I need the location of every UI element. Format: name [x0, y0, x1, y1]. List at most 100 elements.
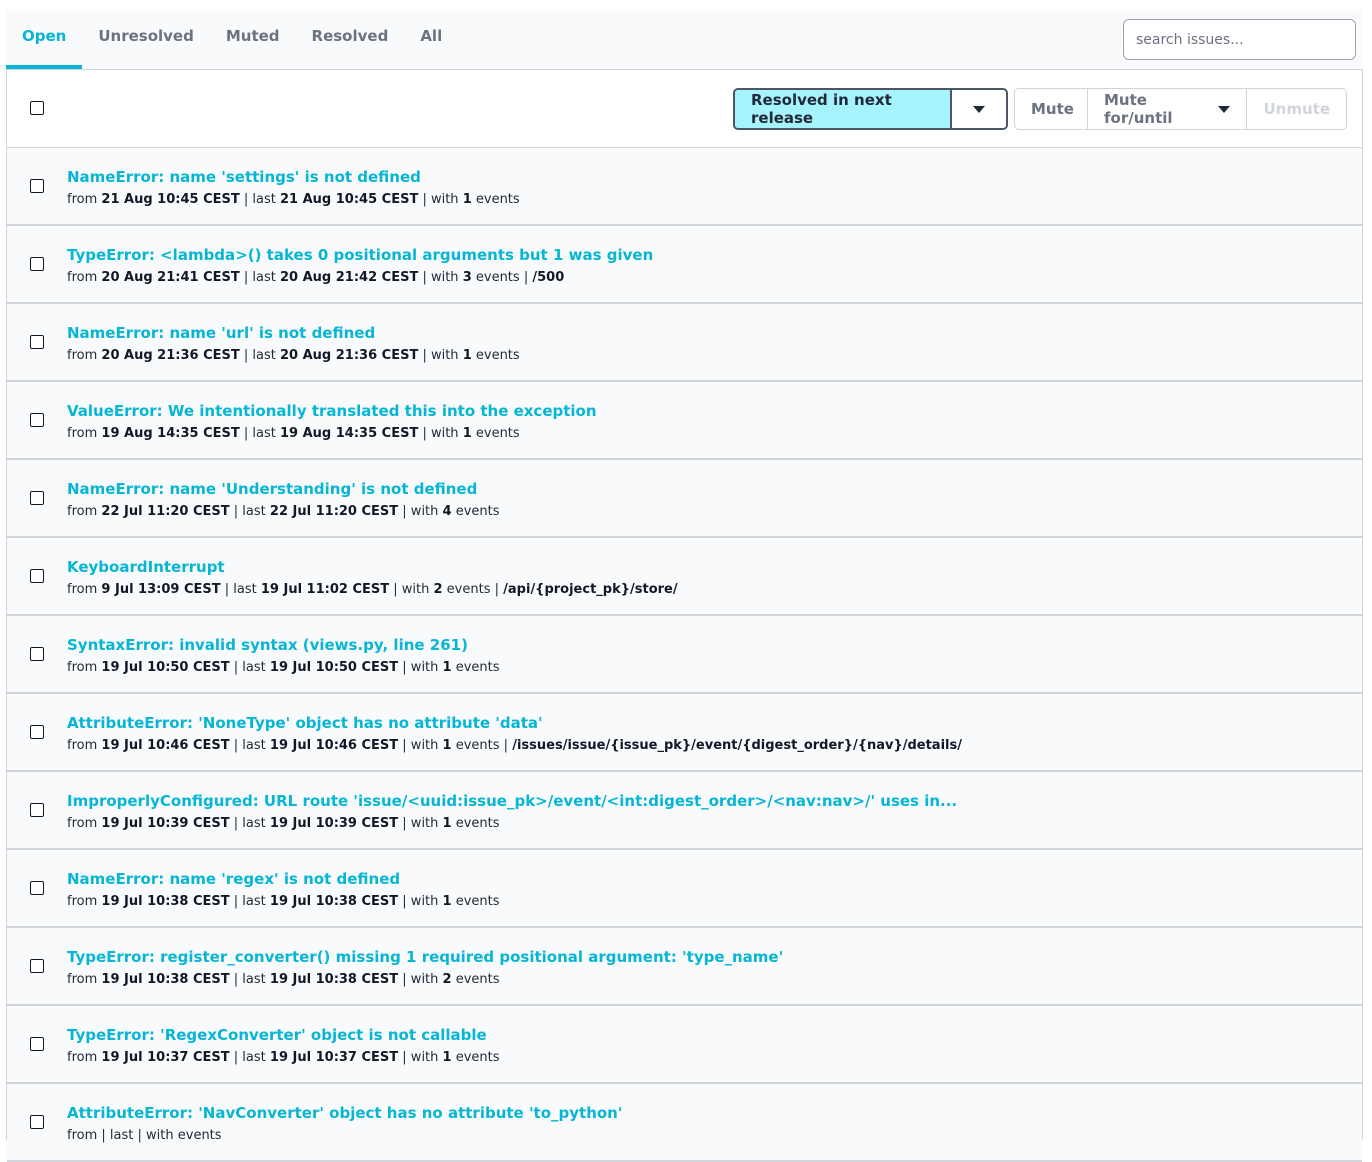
last-seen: 19 Jul 11:02 CEST — [260, 582, 390, 597]
issue-checkbox[interactable] — [30, 1037, 44, 1051]
tab-unresolved[interactable]: Unresolved — [82, 9, 210, 69]
issue-title-link[interactable]: NameError: name 'url' is not defined — [67, 324, 375, 342]
issue-checkbox[interactable] — [30, 881, 44, 895]
issue-checkbox[interactable] — [30, 1115, 44, 1129]
events-label: events — [455, 816, 500, 831]
issue-meta: from 22 Jul 11:20 CEST | last 22 Jul 11:… — [67, 504, 500, 519]
events-label: events — [475, 192, 520, 207]
issue-title-link[interactable]: AttributeError: 'NoneType' object has no… — [67, 714, 543, 732]
with-label: | with — [422, 270, 459, 285]
issue-meta: from 19 Jul 10:38 CEST | last 19 Jul 10:… — [67, 972, 500, 987]
issue-title-link[interactable]: NameError: name 'settings' is not define… — [67, 168, 421, 186]
issue-title-link[interactable]: TypeError: <lambda>() takes 0 positional… — [67, 246, 653, 264]
issue-checkbox[interactable] — [30, 959, 44, 973]
issue-title-link[interactable]: NameError: name 'regex' is not defined — [67, 870, 400, 888]
issue-checkbox[interactable] — [30, 413, 44, 427]
unmute-button[interactable]: Unmute — [1246, 89, 1346, 129]
issue-title-link[interactable]: ImproperlyConfigured: URL route 'issue/<… — [67, 792, 957, 810]
issue-title-link[interactable]: TypeError: register_converter() missing … — [67, 948, 783, 966]
from-label: from — [67, 738, 98, 753]
last-label: | last — [243, 270, 276, 285]
with-label: | with — [393, 582, 430, 597]
first-seen: 20 Aug 21:36 CEST — [101, 348, 240, 363]
issue-meta: from 19 Jul 10:39 CEST | last 19 Jul 10:… — [67, 816, 500, 831]
from-label: from — [67, 582, 98, 597]
issue-row: AttributeError: 'NoneType' object has no… — [7, 694, 1362, 772]
issue-checkbox[interactable] — [30, 569, 44, 583]
issue-title-link[interactable]: SyntaxError: invalid syntax (views.py, l… — [67, 636, 468, 654]
from-label: from — [67, 894, 98, 909]
tab-all[interactable]: All — [404, 9, 458, 69]
first-seen: 19 Jul 10:39 CEST — [101, 816, 230, 831]
mute-button-group: Mute Mute for/until Unmute — [1014, 88, 1347, 130]
first-seen: 19 Jul 10:46 CEST — [101, 738, 230, 753]
event-count: 4 — [442, 504, 452, 519]
last-label: | last — [233, 894, 266, 909]
events-label: events — [455, 504, 500, 519]
issue-title-link[interactable]: AttributeError: 'NavConverter' object ha… — [67, 1104, 622, 1122]
issue-title-link[interactable]: KeyboardInterrupt — [67, 558, 225, 576]
separator: | — [503, 738, 509, 753]
issue-list: NameError: name 'settings' is not define… — [7, 148, 1362, 1162]
resolve-next-release-button[interactable]: Resolved in next release — [735, 90, 950, 128]
from-label: from — [67, 504, 98, 519]
issue-checkbox[interactable] — [30, 257, 44, 271]
issue-row: ImproperlyConfigured: URL route 'issue/<… — [7, 772, 1362, 850]
last-label: | last — [243, 348, 276, 363]
mute-button[interactable]: Mute — [1015, 89, 1087, 129]
first-seen: 19 Jul 10:38 CEST — [101, 972, 230, 987]
from-label: from — [67, 348, 98, 363]
event-count: 1 — [442, 816, 452, 831]
events-label: events — [475, 348, 520, 363]
with-label: | with — [422, 348, 459, 363]
last-seen: 20 Aug 21:42 CEST — [279, 270, 419, 285]
from-label: from — [67, 270, 98, 285]
events-label: events — [455, 660, 500, 675]
transaction-path: /500 — [532, 270, 565, 285]
events-label: events — [475, 270, 520, 285]
mute-for-until-label: Mute for/until — [1104, 91, 1173, 127]
with-label: | with — [402, 1050, 439, 1065]
with-label: | with — [402, 660, 439, 675]
chevron-down-icon — [1218, 105, 1231, 113]
issue-checkbox[interactable] — [30, 647, 44, 661]
issue-title-link[interactable]: NameError: name 'Understanding' is not d… — [67, 480, 477, 498]
from-label: from — [67, 426, 98, 441]
issue-checkbox[interactable] — [30, 725, 44, 739]
issue-meta: from 19 Aug 14:35 CEST | last 19 Aug 14:… — [67, 426, 520, 441]
resolve-button-group: Resolved in next release — [733, 88, 1008, 130]
event-count: 2 — [433, 582, 443, 597]
first-seen: 9 Jul 13:09 CEST — [101, 582, 221, 597]
issue-checkbox[interactable] — [30, 491, 44, 505]
resolve-dropdown-button[interactable] — [950, 90, 1006, 128]
from-label: from — [67, 660, 98, 675]
issue-checkbox[interactable] — [30, 335, 44, 349]
from-label: from — [67, 972, 98, 987]
events-label: events — [475, 426, 520, 441]
issue-title-link[interactable]: TypeError: 'RegexConverter' object is no… — [67, 1026, 487, 1044]
tab-resolved[interactable]: Resolved — [296, 9, 405, 69]
tab-muted[interactable]: Muted — [210, 9, 296, 69]
first-seen: 19 Jul 10:37 CEST — [101, 1050, 230, 1065]
event-count: 1 — [442, 660, 452, 675]
last-seen: 19 Jul 10:38 CEST — [269, 972, 399, 987]
issue-meta: from 9 Jul 13:09 CEST | last 19 Jul 11:0… — [67, 582, 678, 597]
transaction-path: /issues/issue/{issue_pk}/event/{digest_o… — [512, 738, 962, 753]
events-label: events — [455, 894, 500, 909]
mute-for-until-button[interactable]: Mute for/until — [1087, 89, 1246, 129]
issue-title-link[interactable]: ValueError: We intentionally translated … — [67, 402, 597, 420]
select-all-checkbox[interactable] — [30, 101, 44, 115]
issue-checkbox[interactable] — [30, 803, 44, 817]
tab-list: Open Unresolved Muted Resolved All — [6, 9, 458, 69]
issue-meta: from 21 Aug 10:45 CEST | last 21 Aug 10:… — [67, 192, 520, 207]
first-seen: 19 Jul 10:38 CEST — [101, 894, 230, 909]
last-label: | last — [233, 816, 266, 831]
issue-row: NameError: name 'Understanding' is not d… — [7, 460, 1362, 538]
tab-open[interactable]: Open — [6, 9, 83, 69]
event-count: 3 — [462, 270, 472, 285]
issue-checkbox[interactable] — [30, 179, 44, 193]
search-input[interactable] — [1123, 19, 1356, 60]
from-label: from — [67, 192, 98, 207]
events-label: events — [455, 1050, 500, 1065]
chevron-down-icon — [973, 105, 985, 113]
